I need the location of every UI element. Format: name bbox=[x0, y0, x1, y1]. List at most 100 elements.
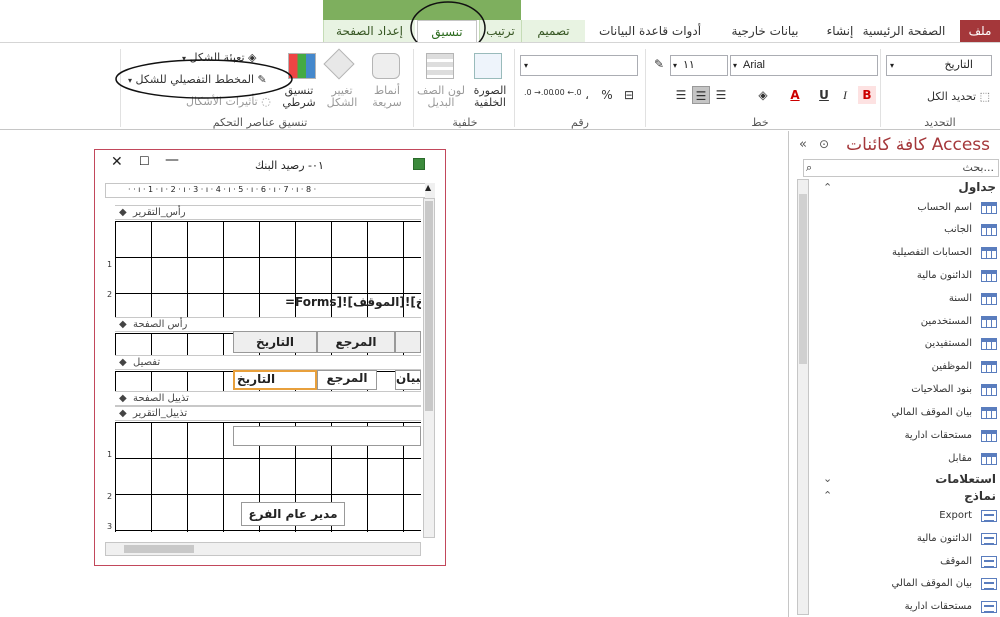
detail-bar[interactable]: ◆ تفصيل bbox=[115, 355, 421, 370]
vertical-scrollbar[interactable] bbox=[423, 198, 435, 538]
nav-item-table[interactable]: الجانب bbox=[944, 224, 972, 235]
select-all-button[interactable]: تحديد الكل ⬚ bbox=[927, 90, 990, 103]
tab-database-tools[interactable]: أدوات قاعدة البيانات bbox=[588, 20, 712, 42]
nav-item-table[interactable]: السنة bbox=[949, 293, 972, 304]
tables-group-header[interactable]: جداول bbox=[958, 180, 996, 194]
expand-group-icon[interactable]: ⌄ bbox=[823, 472, 832, 485]
select-all-icon: ⬚ bbox=[979, 90, 990, 103]
nav-item-table[interactable]: الموظفين bbox=[932, 361, 972, 372]
alternate-row-color-icon[interactable] bbox=[426, 53, 454, 79]
section-arrow-icon: ◆ bbox=[119, 408, 127, 419]
nav-scrollbar[interactable] bbox=[797, 179, 809, 615]
nav-item-table[interactable]: بيان الموقف المالي bbox=[892, 407, 973, 418]
selection-group-label: التحديد bbox=[924, 116, 956, 129]
nav-item-table[interactable]: بنود الصلاحيات bbox=[911, 384, 972, 395]
decrease-decimal-button[interactable]: .0 →.00 bbox=[524, 88, 554, 97]
close-icon[interactable]: ✕ bbox=[111, 154, 123, 170]
nav-search-input[interactable]: بحث... ⌕ bbox=[803, 159, 999, 177]
nav-scroll-thumb[interactable] bbox=[799, 194, 807, 364]
report-footer-label: تذييل_التقرير bbox=[133, 408, 188, 419]
nav-item-form[interactable]: بيان الموقف المالي bbox=[892, 578, 973, 589]
underline-button[interactable]: U bbox=[815, 86, 833, 104]
section-arrow-icon: ◆ bbox=[119, 319, 127, 330]
footer-total-textbox[interactable] bbox=[233, 426, 421, 446]
tab-design[interactable]: تصميم bbox=[521, 20, 585, 42]
branch-manager-label[interactable]: مدير عام الفرع bbox=[241, 502, 345, 526]
report-date-textbox[interactable]: =Forms]![الموقف]![تاريخ bbox=[285, 295, 421, 313]
table-icon bbox=[981, 316, 997, 328]
italic-button[interactable]: I bbox=[836, 86, 854, 104]
maximize-icon[interactable]: ☐ bbox=[139, 154, 150, 168]
nav-item-table[interactable]: مستحقات ادارية bbox=[905, 430, 972, 441]
queries-group-header[interactable]: استعلامات bbox=[935, 472, 996, 486]
nav-item-form[interactable]: Export bbox=[939, 510, 972, 521]
date-field[interactable]: التاريخ bbox=[233, 370, 317, 390]
nav-item-form[interactable]: الدائنون مالية bbox=[917, 533, 972, 544]
alternate-row-color-button[interactable]: لون الصف البديل bbox=[416, 85, 466, 109]
reference-field[interactable]: المرجع bbox=[317, 370, 377, 390]
nav-item-table[interactable]: مقابل bbox=[948, 453, 972, 464]
font-size-combo[interactable]: ١١ ▾ bbox=[670, 55, 728, 76]
increase-decimal-button[interactable]: .00 ←.0 bbox=[552, 88, 582, 97]
scroll-up-icon[interactable]: ▲ bbox=[425, 183, 435, 198]
minimize-icon[interactable]: — bbox=[165, 152, 179, 168]
date-column-label[interactable]: التاريخ bbox=[233, 331, 317, 353]
change-shape-button[interactable]: تغيير الشكل bbox=[322, 85, 362, 109]
collapse-group-icon[interactable]: ⌃ bbox=[823, 489, 832, 502]
reference-column-label[interactable]: المرجع bbox=[317, 331, 395, 353]
selection-combo-value: التاريخ bbox=[944, 59, 973, 71]
percent-button[interactable]: % bbox=[598, 86, 616, 104]
change-shape-icon[interactable] bbox=[323, 48, 355, 80]
ribbon: التاريخ ▾ تحديد الكل ⬚ التحديد Arial ▾ ١… bbox=[0, 42, 1000, 130]
background-image-button[interactable]: الصورة الخلفية bbox=[468, 85, 512, 109]
number-format-combo[interactable]: ▾ bbox=[520, 55, 638, 76]
tab-create[interactable]: إنشاء bbox=[822, 20, 858, 42]
tab-home[interactable]: الصفحة الرئيسية bbox=[856, 20, 952, 42]
page-header-bar[interactable]: ◆ رأس الصفحة bbox=[115, 317, 421, 332]
nav-menu-chevron-icon[interactable]: ⊙ bbox=[819, 137, 829, 151]
format-painter-icon[interactable]: ✎ bbox=[650, 55, 668, 73]
nav-item-table[interactable]: الحسابات التفصيلية bbox=[892, 247, 972, 258]
tab-file[interactable]: ملف bbox=[960, 20, 1000, 42]
statement-field[interactable]: لبيان bbox=[395, 370, 421, 390]
tab-page-setup[interactable]: إعداد الصفحة bbox=[323, 20, 415, 42]
table-icon bbox=[981, 224, 997, 236]
currency-icon[interactable]: ⊟ bbox=[620, 86, 638, 104]
font-name-combo[interactable]: Arial ▾ bbox=[730, 55, 878, 76]
horizontal-scrollbar[interactable] bbox=[105, 542, 421, 556]
fill-color-icon[interactable]: ◈ bbox=[754, 86, 772, 104]
font-color-icon[interactable]: A bbox=[786, 86, 804, 104]
nav-item-table[interactable]: اسم الحساب bbox=[917, 202, 972, 213]
align-right-icon[interactable]: ☰ bbox=[672, 86, 690, 104]
statement-column-label[interactable] bbox=[395, 331, 421, 353]
forms-group-header[interactable]: نماذج bbox=[964, 489, 996, 503]
nav-item-table[interactable]: المستخدمين bbox=[921, 316, 972, 327]
collapse-group-icon[interactable]: ⌃ bbox=[823, 181, 832, 194]
quick-styles-icon[interactable] bbox=[372, 53, 400, 79]
report-header-bar[interactable]: ◆ رأس_التقرير bbox=[115, 205, 421, 220]
nav-item-table[interactable]: الدائنون مالية bbox=[917, 270, 972, 281]
chevron-down-icon: ▾ bbox=[673, 61, 678, 70]
bold-button[interactable]: B bbox=[858, 86, 876, 104]
group-divider bbox=[880, 49, 881, 127]
collapse-pane-icon[interactable]: « bbox=[799, 137, 807, 152]
selection-combo[interactable]: التاريخ ▾ bbox=[886, 55, 992, 76]
page-footer-bar[interactable]: ◆ تذييل الصفحة bbox=[115, 391, 421, 406]
tab-external-data[interactable]: بيانات خارجية bbox=[716, 20, 814, 42]
table-icon bbox=[981, 293, 997, 305]
align-left-icon[interactable]: ☰ bbox=[712, 86, 730, 104]
nav-item-form[interactable]: مستحقات ادارية bbox=[905, 601, 972, 612]
group-divider bbox=[514, 49, 515, 127]
nav-item-form[interactable]: الموقف bbox=[940, 556, 972, 567]
nav-title: كافة كائنات Access bbox=[846, 135, 990, 155]
horizontal-scroll-thumb[interactable] bbox=[124, 545, 194, 553]
nav-item-table[interactable]: المستفيدين bbox=[925, 338, 972, 349]
quick-styles-button[interactable]: أنماط سريعة bbox=[366, 85, 408, 109]
vertical-ruler-mark: 1 bbox=[107, 450, 113, 459]
vertical-ruler-mark: 1 bbox=[107, 260, 113, 269]
horizontal-ruler-ticks: · · ı · 1 · ı · 2 · ı · 3 · ı · 4 · ı · … bbox=[128, 185, 317, 194]
vertical-scroll-thumb[interactable] bbox=[425, 201, 433, 411]
report-footer-bar[interactable]: ◆ تذييل_التقرير bbox=[115, 406, 421, 421]
background-image-icon[interactable] bbox=[474, 53, 502, 79]
align-center-icon[interactable]: ☰ bbox=[692, 86, 710, 104]
